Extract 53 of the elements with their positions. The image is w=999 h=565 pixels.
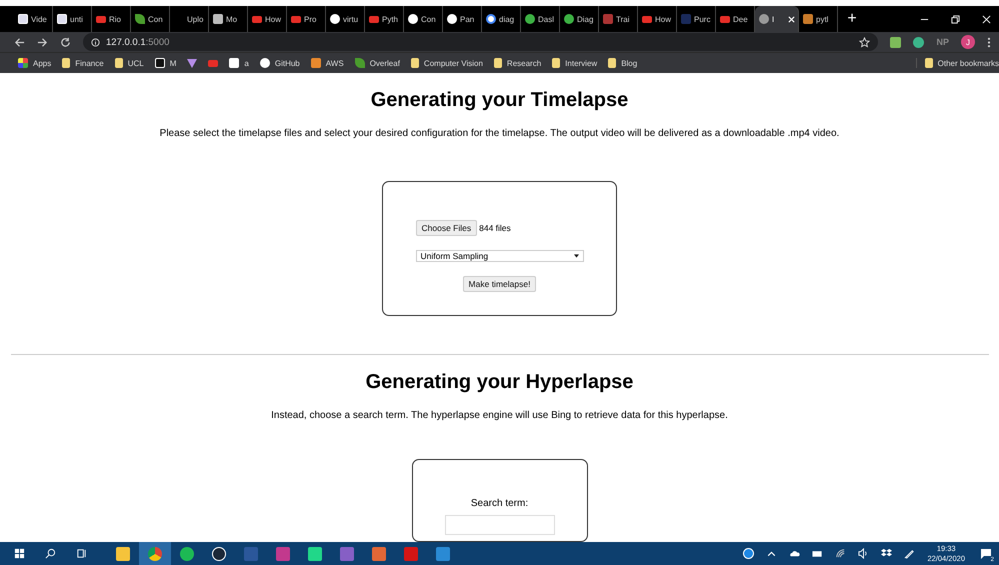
bookmark-link[interactable]: M	[170, 58, 176, 68]
bookmark-link[interactable]: UCL	[128, 58, 144, 68]
section-heading: Generating your Hyperlapse	[366, 370, 634, 394]
search-field[interactable]	[444, 514, 554, 535]
windows-logo-icon[interactable]	[14, 548, 25, 559]
bookmark-link[interactable]: a	[244, 58, 249, 68]
search-icon[interactable]	[45, 548, 56, 559]
file-status-text: 844 files	[479, 223, 511, 233]
bookmark-link[interactable]: Blog	[621, 58, 638, 68]
square-icon	[603, 14, 613, 24]
star-icon[interactable]	[859, 36, 870, 48]
section-heading: Generating your Timelapse	[370, 89, 628, 112]
search-term-label: Search term:	[470, 498, 528, 509]
message-icon	[980, 548, 992, 560]
triangle-icon[interactable]	[187, 58, 198, 68]
info-icon	[91, 38, 100, 46]
bookmark-link[interactable]: Apps	[33, 58, 52, 68]
speaker-icon[interactable]	[858, 548, 870, 559]
leaf-icon	[135, 14, 145, 24]
extension-icon[interactable]	[913, 36, 924, 48]
more-icon[interactable]	[987, 36, 991, 48]
bookmark-link[interactable]: GitHub	[274, 58, 300, 68]
bookmark-link[interactable]: Research	[506, 58, 542, 68]
bookmark-link[interactable]: AWS	[326, 58, 344, 68]
address-bar[interactable]: 127.0.0.1:5000	[83, 33, 878, 51]
restore-icon[interactable]	[951, 14, 960, 24]
profile-avatar[interactable]: J	[961, 35, 975, 49]
leaf-icon[interactable]	[354, 58, 365, 68]
sampling-dropdown[interactable]: Uniform Sampling	[416, 250, 584, 262]
browser-tab[interactable]: I	[755, 6, 799, 32]
reload-icon[interactable]	[60, 36, 71, 48]
close-icon[interactable]	[982, 14, 991, 24]
wifi-icon[interactable]	[835, 548, 846, 559]
description-text: Please select the timelapse files and select your desired configuration for the timelapse. The output video will be delivered as a downloadable .mp4 video.	[160, 128, 840, 139]
close-icon[interactable]	[788, 16, 795, 22]
forward-arrow-icon[interactable]	[37, 36, 48, 48]
choose-files-button[interactable]: Choose Files	[416, 220, 478, 236]
caret-icon	[574, 254, 578, 258]
bookmark-link[interactable]: Other bookmarks	[938, 58, 999, 68]
bookmark-link[interactable]: Computer Vision	[424, 58, 483, 68]
cloud-icon[interactable]	[789, 548, 800, 559]
apps-grid-icon[interactable]	[18, 58, 28, 68]
dropbox-icon[interactable]	[881, 548, 892, 559]
make-timelapse-button[interactable]: Make timelapse!	[462, 276, 536, 292]
task-view-icon[interactable]	[76, 548, 87, 559]
bookmark-link[interactable]: Finance	[75, 58, 104, 68]
battery-icon[interactable]	[812, 548, 824, 559]
bookmark-link[interactable]: Overleaf	[370, 58, 400, 68]
description-text: Instead, choose a search term. The hyperlapse engine will use Bing to retrieve data for this hyperlapse.	[271, 410, 728, 421]
bookmark-link[interactable]: Interview	[565, 58, 598, 68]
new-tab-button[interactable]: +	[838, 6, 866, 32]
extension-icon[interactable]	[890, 36, 902, 48]
back-arrow-icon[interactable]	[14, 36, 25, 48]
